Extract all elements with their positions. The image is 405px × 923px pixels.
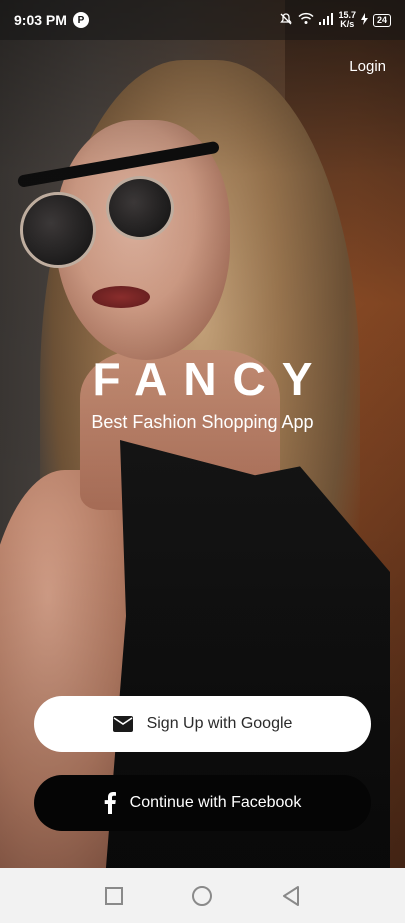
circle-icon — [192, 885, 213, 906]
sign-up-google-button[interactable]: Sign Up with Google — [34, 696, 371, 752]
status-right: 15.7 K/s 24 — [279, 11, 391, 29]
mute-icon — [279, 12, 293, 29]
app-title: FANCY — [92, 353, 329, 405]
signal-icon — [319, 12, 334, 28]
charging-icon — [360, 12, 368, 28]
sign-up-google-label: Sign Up with Google — [146, 715, 293, 732]
square-icon — [105, 886, 124, 905]
back-button[interactable] — [279, 884, 303, 908]
home-button[interactable] — [190, 884, 214, 908]
status-time: 9:03 PM — [14, 12, 67, 28]
facebook-icon — [104, 792, 116, 814]
recent-apps-button[interactable] — [102, 884, 126, 908]
app-tagline: Best Fashion Shopping App — [91, 412, 314, 432]
notification-app-icon: P — [72, 12, 89, 28]
battery-indicator: 24 — [372, 13, 391, 27]
continue-facebook-label: Continue with Facebook — [129, 794, 302, 811]
status-left: 9:03 PM P — [14, 12, 89, 28]
mail-icon — [112, 716, 133, 732]
network-speed: 15.7 K/s — [338, 11, 356, 29]
login-link[interactable]: Login — [349, 58, 386, 75]
continue-facebook-button[interactable]: Continue with Facebook — [34, 775, 371, 831]
status-bar: 9:03 PM P 15.7 K/s 24 — [0, 0, 405, 40]
system-nav-bar — [0, 868, 405, 923]
wifi-icon — [298, 12, 314, 28]
triangle-back-icon — [282, 885, 299, 906]
network-speed-unit: K/s — [340, 19, 355, 29]
